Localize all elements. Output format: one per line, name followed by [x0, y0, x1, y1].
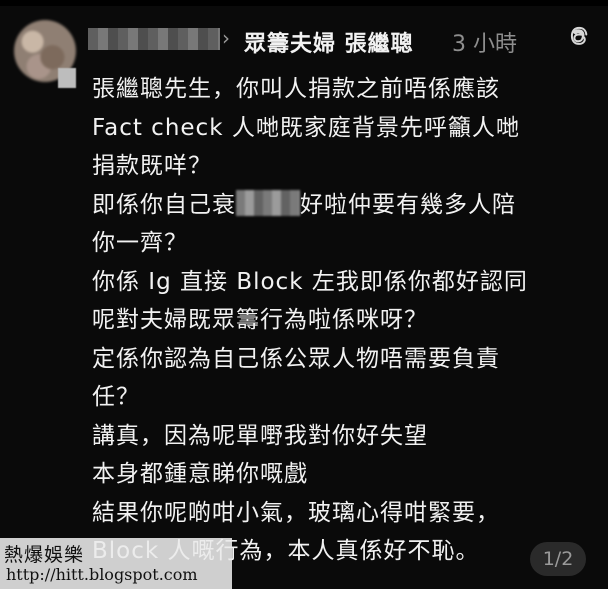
- post-line: 講真，因為呢單嘢我對你好失望: [92, 422, 428, 449]
- redacted-text: [236, 189, 300, 216]
- post-line: 任？: [92, 384, 140, 410]
- top-edge: [0, 0, 608, 6]
- post-line-redacted: 即係你自己衰 好啦仲要有幾多人陪: [92, 186, 592, 225]
- post-line: 你係 Ig 直接 Block 左我即係你都好認同: [92, 268, 528, 295]
- post-line: 呢對夫婦既眾籌行為啦係咪呀？: [92, 307, 428, 333]
- page-indicator[interactable]: 1/2: [530, 542, 586, 576]
- post-line: 捐款既咩？: [92, 153, 212, 179]
- reply-target-name[interactable]: 眾籌夫婦 張繼聰: [244, 26, 414, 58]
- post-line-part: 即係你自己衰: [92, 191, 236, 218]
- post-line: 本身都鍾意睇你嘅戲: [92, 461, 308, 487]
- watermark: 熱爆娛樂 http://hitt.blogspot.com: [0, 538, 232, 589]
- avatar-pixel-block: [58, 68, 76, 88]
- post-line: 你一齊？: [92, 230, 188, 256]
- post-line: Fact check 人哋既家庭背景先呼籲人哋: [92, 114, 520, 141]
- watermark-url: http://hitt.blogspot.com: [6, 565, 198, 584]
- post-line: 定係你認為自己係公眾人物唔需要負責: [92, 345, 500, 372]
- post-body: 張繼聰先生，你叫人捐款之前唔係應該 Fact check 人哋既家庭背景先呼籲人…: [92, 70, 592, 571]
- username-redacted[interactable]: [88, 28, 220, 50]
- chevron-right-icon: ›: [222, 26, 230, 50]
- watermark-title: 熱爆娛樂: [4, 544, 85, 566]
- post-line-part: 好啦仲要有幾多人陪: [300, 191, 516, 218]
- post-line: 張繼聰先生，你叫人捐款之前唔係應該: [92, 76, 500, 102]
- threads-logo-icon[interactable]: [566, 24, 590, 48]
- post-line: 結果你呢啲咁小氣，玻璃心得咁緊要，: [92, 499, 500, 526]
- post-time: 3 小時: [452, 32, 517, 57]
